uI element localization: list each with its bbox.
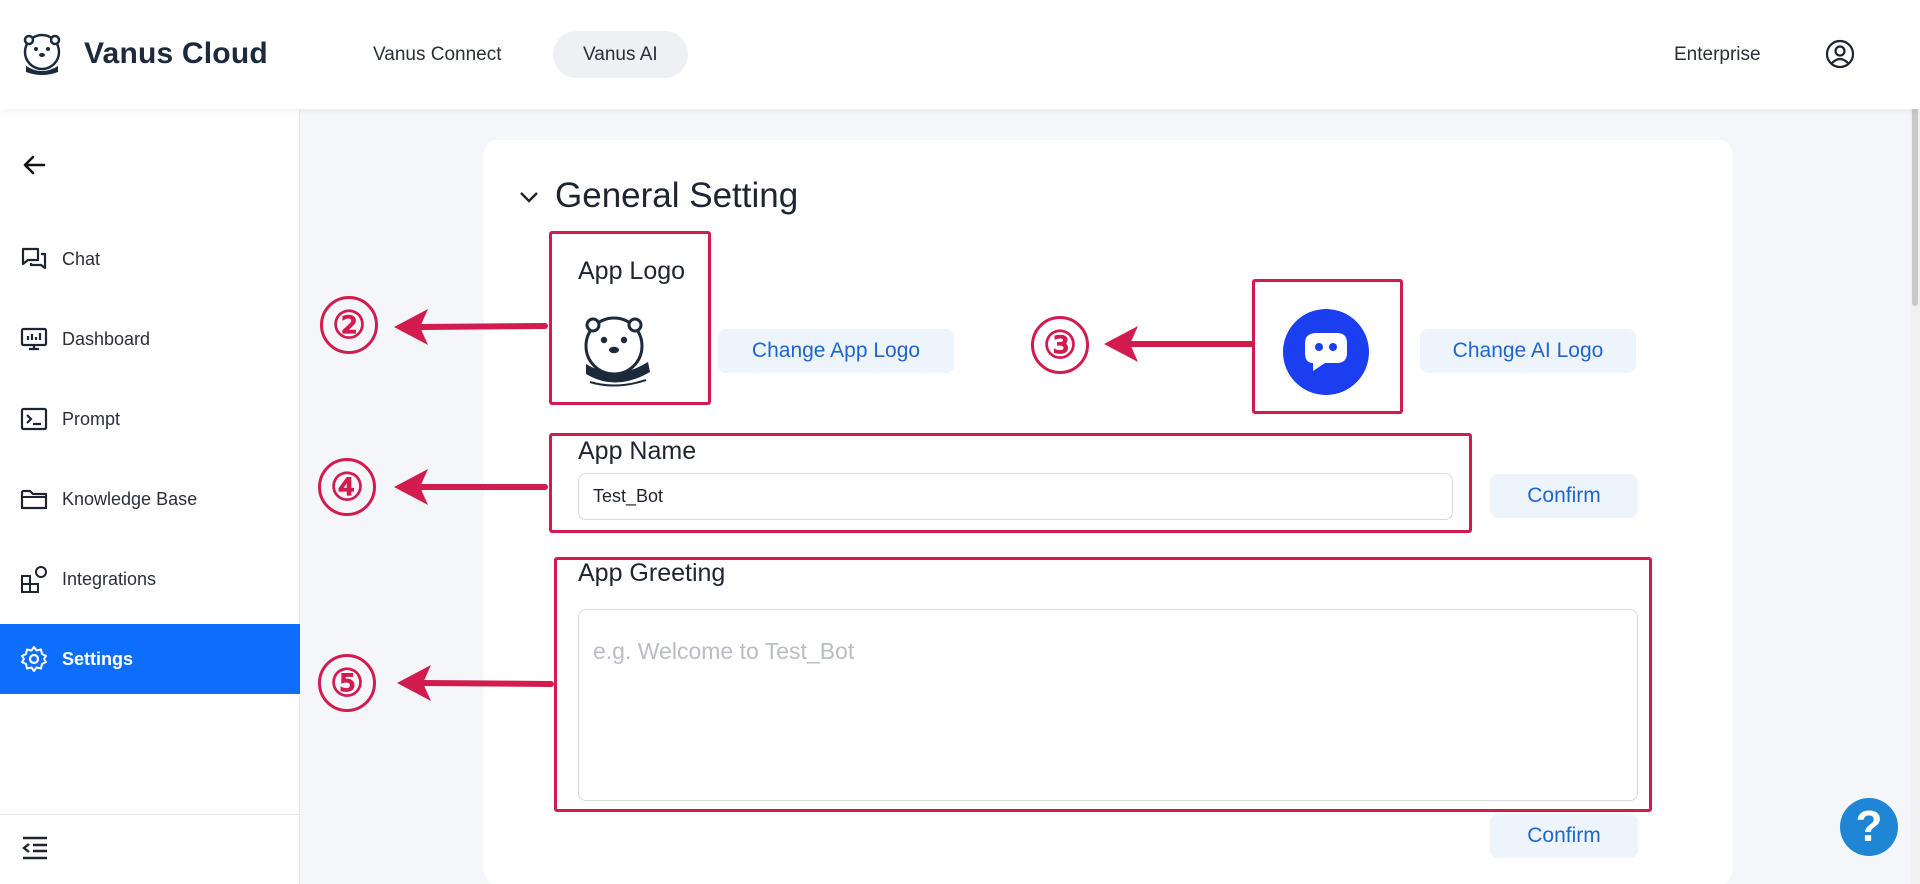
sidebar-item-chat[interactable]: Chat	[0, 224, 300, 294]
sidebar-item-label: Knowledge Base	[62, 488, 198, 509]
help-button[interactable]: ?	[1840, 798, 1898, 856]
dashboard-icon	[20, 327, 48, 351]
annotation-arrow-4	[394, 469, 548, 505]
brand[interactable]: Vanus Cloud	[20, 32, 268, 76]
user-account-icon[interactable]	[1825, 39, 1855, 69]
annotation-arrow-5	[397, 665, 554, 701]
sidebar-item-dashboard[interactable]: Dashboard	[0, 304, 300, 374]
sidebar-item-label: Dashboard	[62, 328, 151, 349]
chevron-down-icon[interactable]	[518, 186, 540, 208]
sidebar-item-knowledge-base[interactable]: Knowledge Base	[0, 464, 300, 534]
change-app-logo-button[interactable]: Change App Logo	[718, 329, 954, 373]
sidebar-item-prompt[interactable]: Prompt	[0, 384, 300, 454]
sidebar-item-label: Chat	[62, 248, 101, 269]
top-header: Vanus Cloud Vanus Connect Vanus AI Enter…	[0, 0, 1920, 109]
tab-vanus-ai[interactable]: Vanus AI	[553, 31, 688, 78]
sidebar-item-label: Prompt	[62, 408, 121, 429]
brand-name: Vanus Cloud	[84, 37, 268, 70]
app-name-confirm-button[interactable]: Confirm	[1490, 474, 1638, 518]
chat-icon	[21, 247, 47, 270]
tab-vanus-connect[interactable]: Vanus Connect	[343, 31, 532, 78]
annotation-arrow-2	[394, 309, 548, 345]
sidebar: Chat Dashboard Prompt Knowledge Base Int…	[0, 109, 300, 884]
annotation-number-4: ④	[318, 458, 376, 516]
sidebar-item-integrations[interactable]: Integrations	[0, 544, 300, 614]
section-title: General Setting	[555, 176, 799, 215]
annotation-number-5: ⑤	[318, 654, 376, 712]
annotation-arrow-3	[1104, 326, 1255, 362]
annotation-number-3: ③	[1031, 316, 1089, 374]
enterprise-link[interactable]: Enterprise	[1674, 44, 1761, 66]
folder-icon	[20, 489, 48, 510]
prompt-icon	[20, 407, 48, 431]
change-ai-logo-button[interactable]: Change AI Logo	[1420, 329, 1636, 373]
highlight-ai-logo	[1252, 279, 1403, 414]
integrations-icon	[21, 566, 47, 593]
otter-logo-icon	[23, 33, 61, 75]
back-arrow-icon[interactable]	[20, 151, 48, 179]
gear-icon	[21, 646, 47, 672]
highlight-app-greeting	[554, 557, 1652, 812]
annotation-number-2: ②	[320, 296, 378, 354]
app-greeting-confirm-button[interactable]: Confirm	[1490, 814, 1638, 858]
collapse-sidebar-icon[interactable]	[20, 833, 50, 863]
highlight-app-logo	[549, 231, 711, 405]
sidebar-item-label: Settings	[62, 648, 134, 669]
highlight-app-name	[549, 433, 1472, 533]
sidebar-item-label: Integrations	[62, 568, 157, 589]
sidebar-divider	[0, 814, 300, 815]
sidebar-item-settings[interactable]: Settings	[0, 624, 300, 694]
